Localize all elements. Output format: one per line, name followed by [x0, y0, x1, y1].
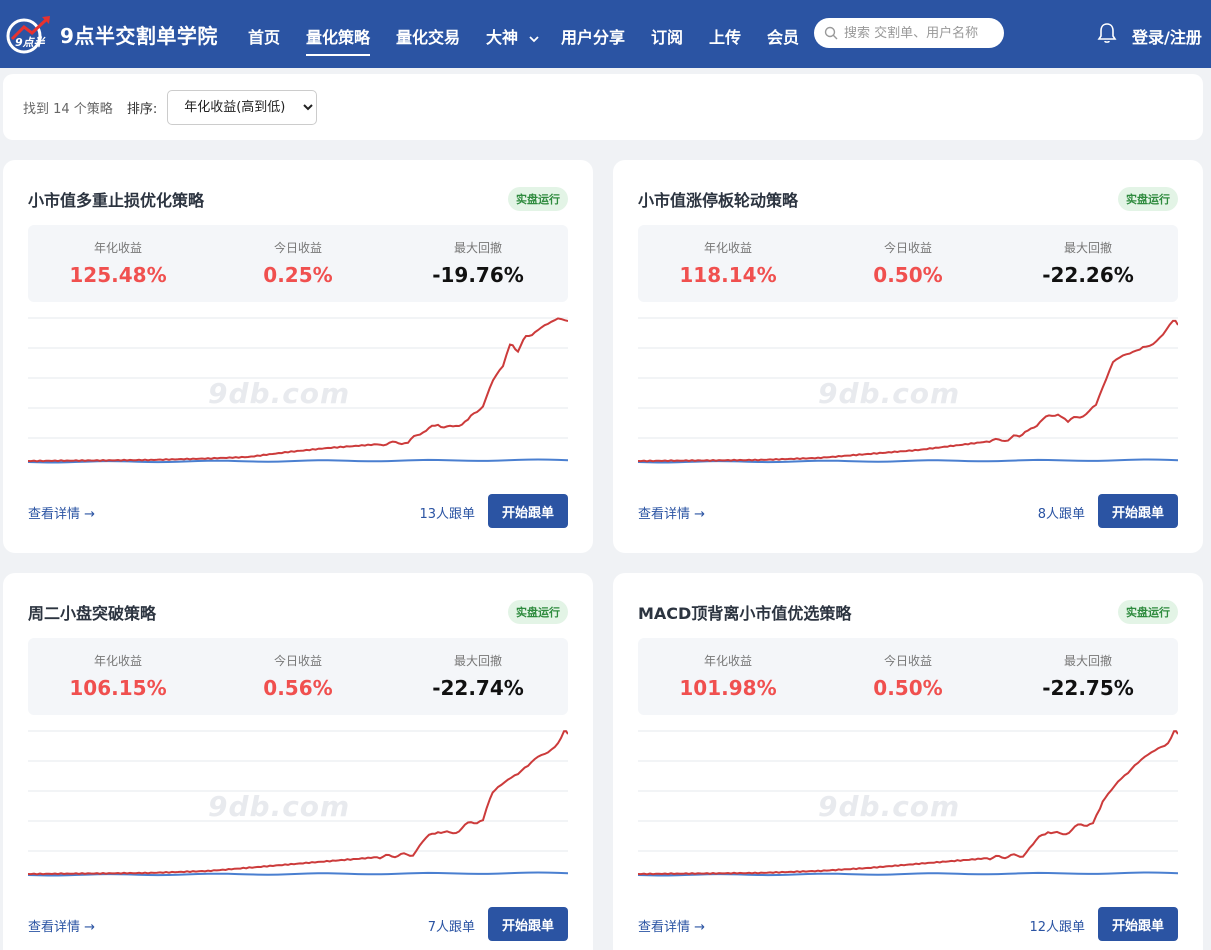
view-details-link[interactable]: 查看详情 →	[28, 503, 95, 522]
stat-label: 年化收益	[93, 654, 142, 668]
chevron-down-icon	[528, 35, 539, 42]
stat-value-today: 0.50%	[873, 676, 943, 700]
stats-panel: 年化收益 101.98% 今日收益 0.50% 最大回撤 -22.75%	[638, 638, 1178, 715]
stat-today: 今日收益 0.25%	[208, 225, 388, 302]
nav-item-home[interactable]: 首页	[248, 24, 280, 48]
stats-panel: 年化收益 125.48% 今日收益 0.25% 最大回撤 -19.76%	[28, 225, 568, 302]
stat-label: 年化收益	[703, 241, 752, 255]
stat-label: 最大回撤	[1063, 654, 1112, 668]
follower-count: 12人跟单	[1029, 920, 1085, 935]
strategy-card[interactable]: 周二小盘突破策略 实盘运行 年化收益 106.15% 今日收益 0.56% 最大…	[3, 573, 593, 950]
performance-chart: 9db.com	[637, 315, 1179, 465]
watermark-text: 9db.com	[208, 790, 351, 823]
stat-annual: 年化收益 125.48%	[28, 225, 208, 302]
strategy-title[interactable]: 周二小盘突破策略	[28, 600, 156, 624]
sort-select[interactable]: 年化收益(高到低)	[167, 89, 318, 125]
logo-icon: 9点半	[6, 16, 50, 54]
status-badge: 实盘运行	[508, 187, 568, 211]
stat-value-today: 0.25%	[263, 263, 333, 287]
start-follow-button[interactable]: 开始跟单	[1098, 494, 1178, 528]
stat-label: 今日收益	[273, 241, 322, 255]
stats-panel: 年化收益 106.15% 今日收益 0.56% 最大回撤 -22.74%	[28, 638, 568, 715]
status-badge: 实盘运行	[1118, 187, 1178, 211]
stat-label: 今日收益	[883, 241, 932, 255]
nav-item-upload[interactable]: 上传	[709, 24, 741, 48]
stat-drawdown: 最大回撤 -19.76%	[388, 225, 568, 302]
nav-item-quant-trading[interactable]: 量化交易	[396, 24, 460, 48]
nav-item-gurus[interactable]: 大神	[486, 24, 540, 48]
start-follow-button[interactable]: 开始跟单	[488, 907, 568, 941]
strategy-title[interactable]: 小市值涨停板轮动策略	[638, 187, 798, 211]
strategy-card[interactable]: 小市值多重止损优化策略 实盘运行 年化收益 125.48% 今日收益 0.25%…	[3, 160, 593, 553]
brand-name[interactable]: 9点半交割单学院	[60, 20, 218, 49]
stat-drawdown: 最大回撤 -22.74%	[388, 638, 568, 715]
watermark-text: 9db.com	[208, 377, 351, 410]
performance-chart: 9db.com	[27, 315, 569, 465]
stat-drawdown: 最大回撤 -22.75%	[998, 638, 1178, 715]
notification-bell[interactable]	[1097, 22, 1117, 48]
stat-value-drawdown: -19.76%	[432, 263, 524, 287]
strategy-card[interactable]: MACD顶背离小市值优选策略 实盘运行 年化收益 101.98% 今日收益 0.…	[613, 573, 1203, 950]
follower-count: 8人跟单	[1037, 507, 1085, 522]
logo-text: 9点半	[15, 36, 46, 49]
sort-label: 排序:	[126, 101, 158, 117]
stat-label: 今日收益	[883, 654, 932, 668]
stat-value-annual: 106.15%	[69, 676, 167, 700]
watermark-text: 9db.com	[818, 790, 961, 823]
logo[interactable]: 9点半	[4, 13, 56, 55]
stat-label: 年化收益	[93, 241, 142, 255]
top-navbar: 9点半 9点半交割单学院 首页 量化策略 量化交易 大神 用户分享 订阅 上传 …	[0, 0, 1211, 68]
stat-label: 最大回撤	[1063, 241, 1112, 255]
bell-icon	[1097, 23, 1117, 43]
stat-drawdown: 最大回撤 -22.26%	[998, 225, 1178, 302]
stat-label: 今日收益	[273, 654, 322, 668]
strategy-title[interactable]: MACD顶背离小市值优选策略	[638, 600, 851, 624]
stat-value-annual: 101.98%	[679, 676, 777, 700]
status-badge: 实盘运行	[1118, 600, 1178, 624]
stat-label: 年化收益	[703, 654, 752, 668]
nav-item-user-share[interactable]: 用户分享	[561, 24, 625, 48]
nav-item-gurus-label: 大神	[486, 28, 519, 47]
filter-bar: 找到 14 个策略 排序: 年化收益(高到低)	[3, 74, 1203, 140]
stat-value-today: 0.50%	[873, 263, 943, 287]
view-details-link[interactable]: 查看详情 →	[28, 916, 95, 935]
nav-item-quant-strategy[interactable]: 量化策略	[306, 24, 371, 56]
start-follow-button[interactable]: 开始跟单	[488, 494, 568, 528]
strategy-card[interactable]: 小市值涨停板轮动策略 实盘运行 年化收益 118.14% 今日收益 0.50% …	[613, 160, 1203, 553]
stat-value-drawdown: -22.26%	[1042, 263, 1134, 287]
start-follow-button[interactable]: 开始跟单	[1098, 907, 1178, 941]
follower-count: 7人跟单	[427, 920, 475, 935]
stat-annual: 年化收益 101.98%	[638, 638, 818, 715]
stat-value-annual: 118.14%	[679, 263, 777, 287]
view-details-link[interactable]: 查看详情 →	[638, 503, 705, 522]
nav-item-subscribe[interactable]: 订阅	[651, 24, 683, 48]
stat-value-annual: 125.48%	[69, 263, 167, 287]
search-box	[814, 18, 1004, 48]
performance-chart: 9db.com	[637, 728, 1179, 878]
nav-item-membership[interactable]: 会员	[767, 24, 799, 48]
watermark-text: 9db.com	[818, 377, 961, 410]
result-count: 找到 14 个策略	[23, 101, 113, 117]
strategy-title[interactable]: 小市值多重止损优化策略	[28, 187, 204, 211]
stat-label: 最大回撤	[453, 241, 502, 255]
follower-count: 13人跟单	[419, 507, 475, 522]
stat-annual: 年化收益 106.15%	[28, 638, 208, 715]
view-details-link[interactable]: 查看详情 →	[638, 916, 705, 935]
stat-value-drawdown: -22.75%	[1042, 676, 1134, 700]
search-icon	[824, 26, 838, 40]
stats-panel: 年化收益 118.14% 今日收益 0.50% 最大回撤 -22.26%	[638, 225, 1178, 302]
stat-annual: 年化收益 118.14%	[638, 225, 818, 302]
login-register-link[interactable]: 登录/注册	[1132, 24, 1202, 48]
performance-chart: 9db.com	[27, 728, 569, 878]
status-badge: 实盘运行	[508, 600, 568, 624]
stat-value-today: 0.56%	[263, 676, 333, 700]
stat-today: 今日收益 0.50%	[818, 638, 998, 715]
stat-value-drawdown: -22.74%	[432, 676, 524, 700]
search-input[interactable]	[844, 25, 994, 41]
stat-today: 今日收益 0.50%	[818, 225, 998, 302]
stat-label: 最大回撤	[453, 654, 502, 668]
stat-today: 今日收益 0.56%	[208, 638, 388, 715]
